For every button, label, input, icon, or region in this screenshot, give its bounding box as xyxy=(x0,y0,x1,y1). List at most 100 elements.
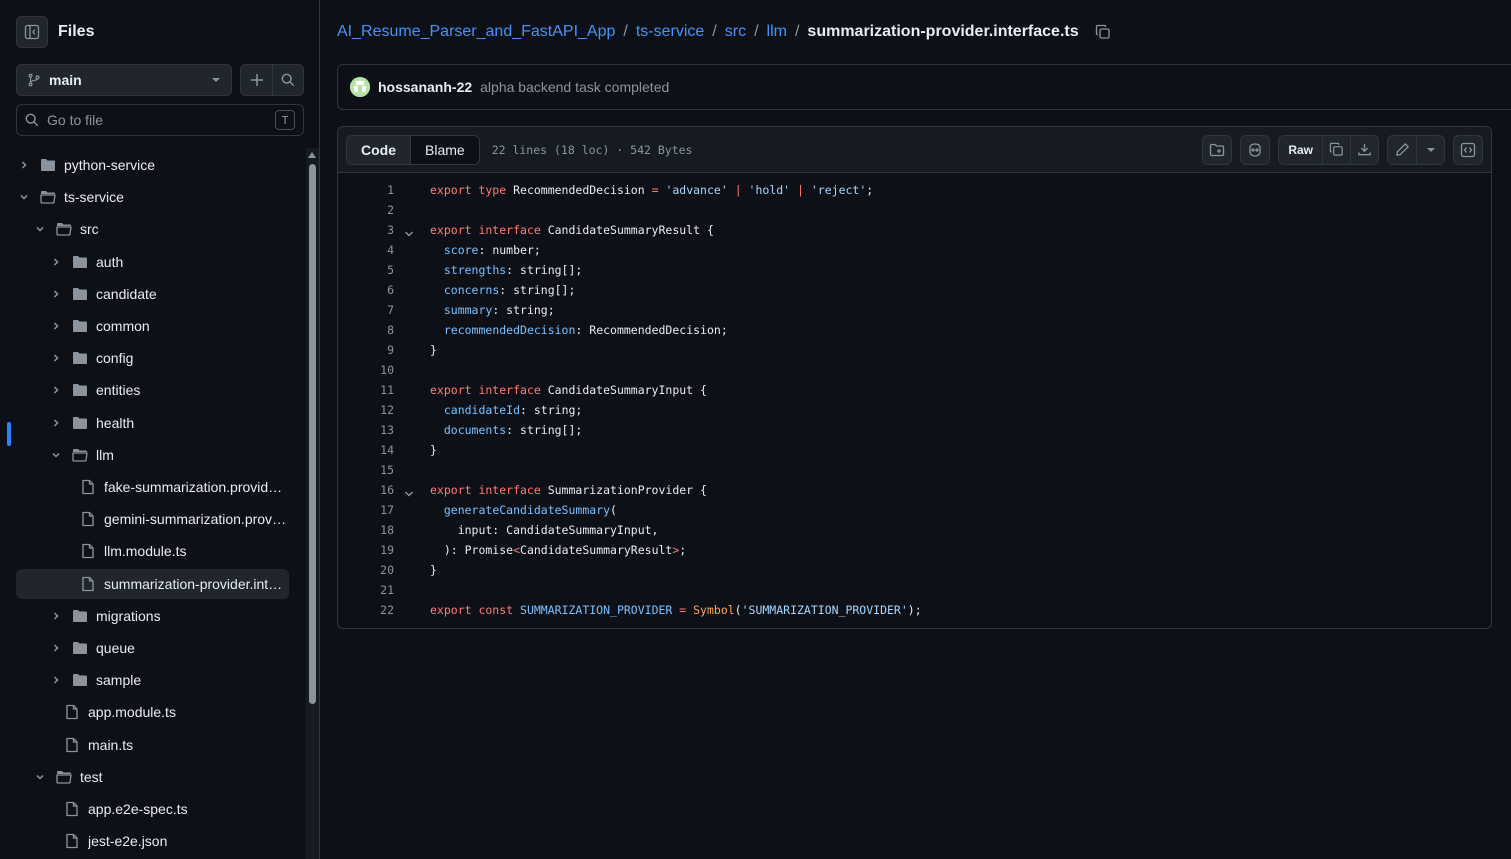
line-number[interactable]: 18 xyxy=(358,520,394,540)
sidebar-header: Files xyxy=(16,16,94,48)
line-number[interactable]: 8 xyxy=(358,320,394,340)
chevron-right-icon[interactable] xyxy=(48,318,64,334)
copy-raw-button[interactable] xyxy=(1322,135,1350,164)
tree-folder[interactable]: queue xyxy=(16,633,289,663)
line-number[interactable]: 14 xyxy=(358,440,394,460)
scrollbar-thumb[interactable] xyxy=(309,164,316,704)
folder-icon xyxy=(72,640,88,656)
chevron-down-icon[interactable] xyxy=(32,769,48,785)
tree-folder[interactable]: llm xyxy=(16,440,289,470)
search-files-button[interactable] xyxy=(272,65,303,95)
chevron-down-icon[interactable] xyxy=(16,189,32,205)
line-number[interactable]: 13 xyxy=(358,420,394,440)
tree-folder[interactable]: common xyxy=(16,311,289,341)
line-number[interactable]: 3 xyxy=(358,220,394,240)
line-number[interactable]: 19 xyxy=(358,540,394,560)
tree-folder[interactable]: candidate xyxy=(16,279,289,309)
chevron-right-icon[interactable] xyxy=(48,608,64,624)
line-number[interactable]: 4 xyxy=(358,240,394,260)
line-number[interactable]: 20 xyxy=(358,560,394,580)
chevron-right-icon[interactable] xyxy=(48,254,64,270)
code-line: 14} xyxy=(338,440,1491,460)
tree-folder[interactable]: entities xyxy=(16,375,289,405)
fold-chevron-icon[interactable] xyxy=(404,485,414,497)
line-number[interactable]: 9 xyxy=(358,340,394,360)
breadcrumb-repo-link[interactable]: AI_Resume_Parser_and_FastAPI_App xyxy=(337,23,615,41)
line-number[interactable]: 6 xyxy=(358,280,394,300)
tree-folder[interactable]: config xyxy=(16,343,289,373)
branch-selector[interactable]: main xyxy=(16,64,232,96)
tree-folder[interactable]: test xyxy=(16,762,289,792)
line-number[interactable]: 22 xyxy=(358,600,394,620)
copilot-button[interactable] xyxy=(1240,134,1271,165)
edit-file-button[interactable] xyxy=(1388,136,1416,164)
line-number[interactable]: 7 xyxy=(358,300,394,320)
line-number[interactable]: 1 xyxy=(358,180,394,200)
edit-options-dropdown[interactable] xyxy=(1416,135,1444,164)
chevron-right-icon[interactable] xyxy=(48,286,64,302)
tree-folder[interactable]: src xyxy=(16,214,289,244)
breadcrumb-link-src[interactable]: src xyxy=(725,23,746,41)
chevron-right-icon[interactable] xyxy=(48,640,64,656)
raw-button[interactable]: Raw xyxy=(1279,136,1322,164)
tree-scrollbar[interactable] xyxy=(306,148,319,859)
code-text: input: CandidateSummaryInput, xyxy=(430,523,659,537)
tree-file[interactable]: app.module.ts xyxy=(16,697,289,727)
tree-file[interactable]: fake-summarization.provider.ts xyxy=(16,472,289,502)
line-number[interactable]: 11 xyxy=(358,380,394,400)
file-info: 22 lines (18 loc) · 542 Bytes xyxy=(491,142,693,157)
go-to-file-input[interactable]: Go to file T xyxy=(16,104,304,136)
commit-author-link[interactable]: hossananh-22 xyxy=(378,79,472,95)
tree-folder[interactable]: python-service xyxy=(16,150,289,180)
chevron-down-icon[interactable] xyxy=(32,221,48,237)
line-number[interactable]: 10 xyxy=(358,360,394,380)
tree-file[interactable]: llm.module.ts xyxy=(16,536,289,566)
line-number[interactable]: 16 xyxy=(358,480,394,500)
tree-folder[interactable]: migrations xyxy=(16,601,289,631)
tree-folder[interactable]: ts-service xyxy=(16,182,289,212)
tree-item-label: sample xyxy=(96,672,142,689)
code-text: } xyxy=(430,563,437,577)
code-tab[interactable]: Code xyxy=(347,135,411,164)
tree-file[interactable]: jest-e2e.json xyxy=(16,826,289,856)
tree-folder[interactable]: auth xyxy=(16,247,289,277)
file-icon xyxy=(80,576,96,592)
file-toolbar: Raw xyxy=(1202,134,1483,165)
add-file-button[interactable] xyxy=(241,65,272,95)
blame-tab[interactable]: Blame xyxy=(411,136,479,164)
collapse-sidebar-button[interactable] xyxy=(16,16,48,48)
chevron-right-icon[interactable] xyxy=(48,382,64,398)
tree-folder[interactable]: sample xyxy=(16,665,289,695)
chevron-right-icon[interactable] xyxy=(48,672,64,688)
symbols-toggle-button[interactable] xyxy=(1453,134,1483,165)
line-number[interactable]: 15 xyxy=(358,460,394,480)
line-number[interactable]: 2 xyxy=(358,200,394,220)
commit-message-link[interactable]: alpha backend task completed xyxy=(480,79,669,95)
code-square-icon xyxy=(1460,142,1476,157)
folder-icon xyxy=(72,254,88,270)
line-number[interactable]: 12 xyxy=(358,400,394,420)
symbols-panel-button[interactable] xyxy=(1202,134,1233,165)
fold-chevron-icon[interactable] xyxy=(404,225,414,237)
scroll-up-arrow-icon[interactable] xyxy=(308,152,316,158)
tree-file[interactable]: main.ts xyxy=(16,730,289,760)
tree-file[interactable]: summarization-provider.inter... xyxy=(16,568,289,599)
chevron-right-icon[interactable] xyxy=(16,157,32,173)
line-number[interactable]: 21 xyxy=(358,580,394,600)
folder-icon xyxy=(40,157,56,173)
line-number[interactable]: 17 xyxy=(358,500,394,520)
download-button[interactable] xyxy=(1350,135,1378,164)
chevron-right-icon[interactable] xyxy=(48,415,64,431)
tree-folder[interactable]: health xyxy=(16,408,289,438)
chevron-right-icon[interactable] xyxy=(48,350,64,366)
tree-file[interactable]: gemini-summarization.provid... xyxy=(16,504,289,534)
breadcrumb-link-llm[interactable]: llm xyxy=(767,23,787,41)
code-line: 3 export interface CandidateSummaryResult… xyxy=(338,220,1491,240)
code-view[interactable]: 1 export type RecommendedDecision = 'adva… xyxy=(338,180,1491,620)
copy-path-button[interactable] xyxy=(1095,24,1111,40)
chevron-down-icon[interactable] xyxy=(48,447,64,463)
breadcrumb-link-ts-service[interactable]: ts-service xyxy=(636,23,704,41)
tree-file[interactable]: app.e2e-spec.ts xyxy=(16,794,289,824)
line-number[interactable]: 5 xyxy=(358,260,394,280)
avatar[interactable] xyxy=(350,77,370,97)
